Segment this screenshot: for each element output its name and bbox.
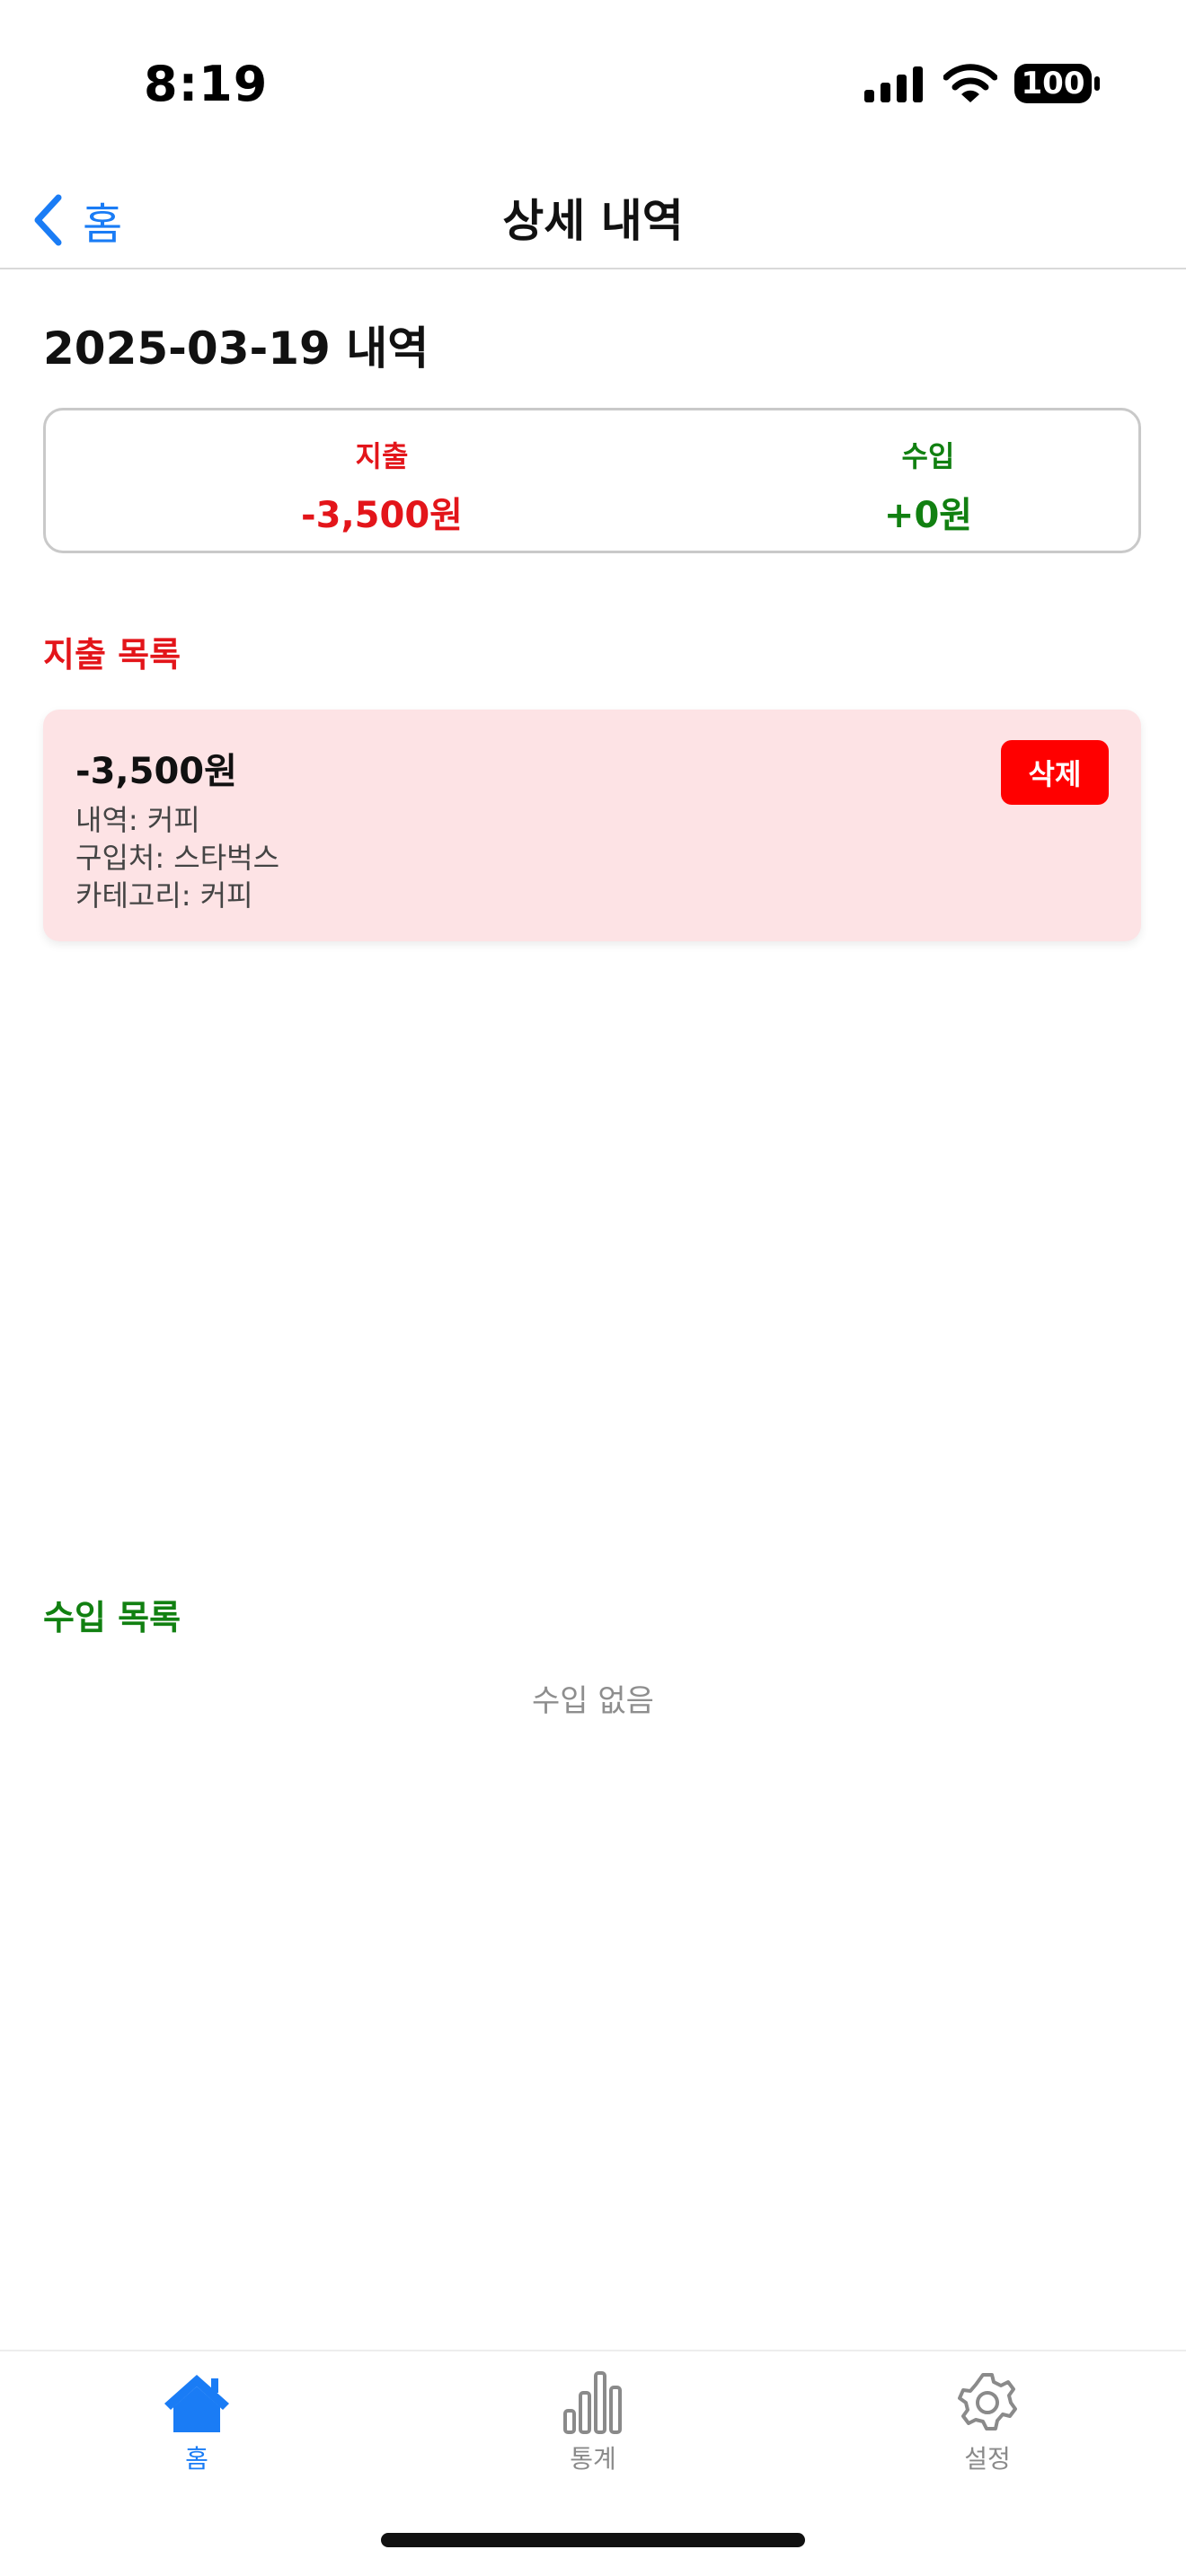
expense-item-card: -3,500원 내역: 커피 구입처: 스타벅스 카테고리: 커피 삭제 xyxy=(43,710,1141,941)
tab-settings-label: 설정 xyxy=(964,2444,1011,2474)
detail-screen: 8:19 100 홈 상세 내역 2025-03-19 내역 지출 -3,500… xyxy=(0,0,1186,2576)
tab-home[interactable]: 홈 xyxy=(107,2371,287,2475)
date-heading: 2025-03-19 내역 xyxy=(43,322,429,375)
income-summary-label: 수입 xyxy=(901,439,955,473)
wifi-icon xyxy=(943,64,997,102)
bar-chart-icon xyxy=(563,2371,622,2434)
status-bar: 8:19 100 xyxy=(0,0,1186,171)
expense-item-category: 카테고리: 커피 xyxy=(75,878,253,913)
summary-box: 지출 -3,500원 수입 +0원 xyxy=(43,408,1141,553)
page-title: 상세 내역 xyxy=(502,195,684,247)
navigation-bar: 홈 상세 내역 xyxy=(0,171,1186,269)
income-summary-value: +0원 xyxy=(883,495,973,536)
expense-summary-value: -3,500원 xyxy=(301,495,463,536)
gear-icon xyxy=(958,2373,1017,2430)
house-icon xyxy=(164,2375,229,2432)
expense-item-description: 내역: 커피 xyxy=(75,803,200,837)
expense-summary-label: 지출 xyxy=(355,439,409,473)
battery-icon: 100 xyxy=(1013,63,1102,104)
status-time: 8:19 xyxy=(144,56,269,112)
income-list-title: 수입 목록 xyxy=(43,1598,181,1637)
expense-list-title: 지출 목록 xyxy=(43,635,181,675)
tab-stats[interactable]: 통계 xyxy=(503,2371,683,2475)
income-empty-text: 수입 없음 xyxy=(532,1683,654,1719)
expense-item-amount: -3,500원 xyxy=(75,751,237,792)
income-summary: 수입 +0원 xyxy=(748,434,1108,538)
tab-settings[interactable]: 설정 xyxy=(898,2371,1077,2475)
home-indicator xyxy=(381,2533,805,2547)
expense-summary: 지출 -3,500원 xyxy=(202,434,562,538)
cellular-signal-icon xyxy=(864,66,923,102)
delete-button[interactable]: 삭제 xyxy=(1001,740,1109,805)
tab-home-label: 홈 xyxy=(185,2444,208,2474)
battery-level: 100 xyxy=(1021,66,1085,101)
tab-stats-label: 통계 xyxy=(570,2444,616,2474)
expense-item-store: 구입처: 스타벅스 xyxy=(75,841,280,875)
